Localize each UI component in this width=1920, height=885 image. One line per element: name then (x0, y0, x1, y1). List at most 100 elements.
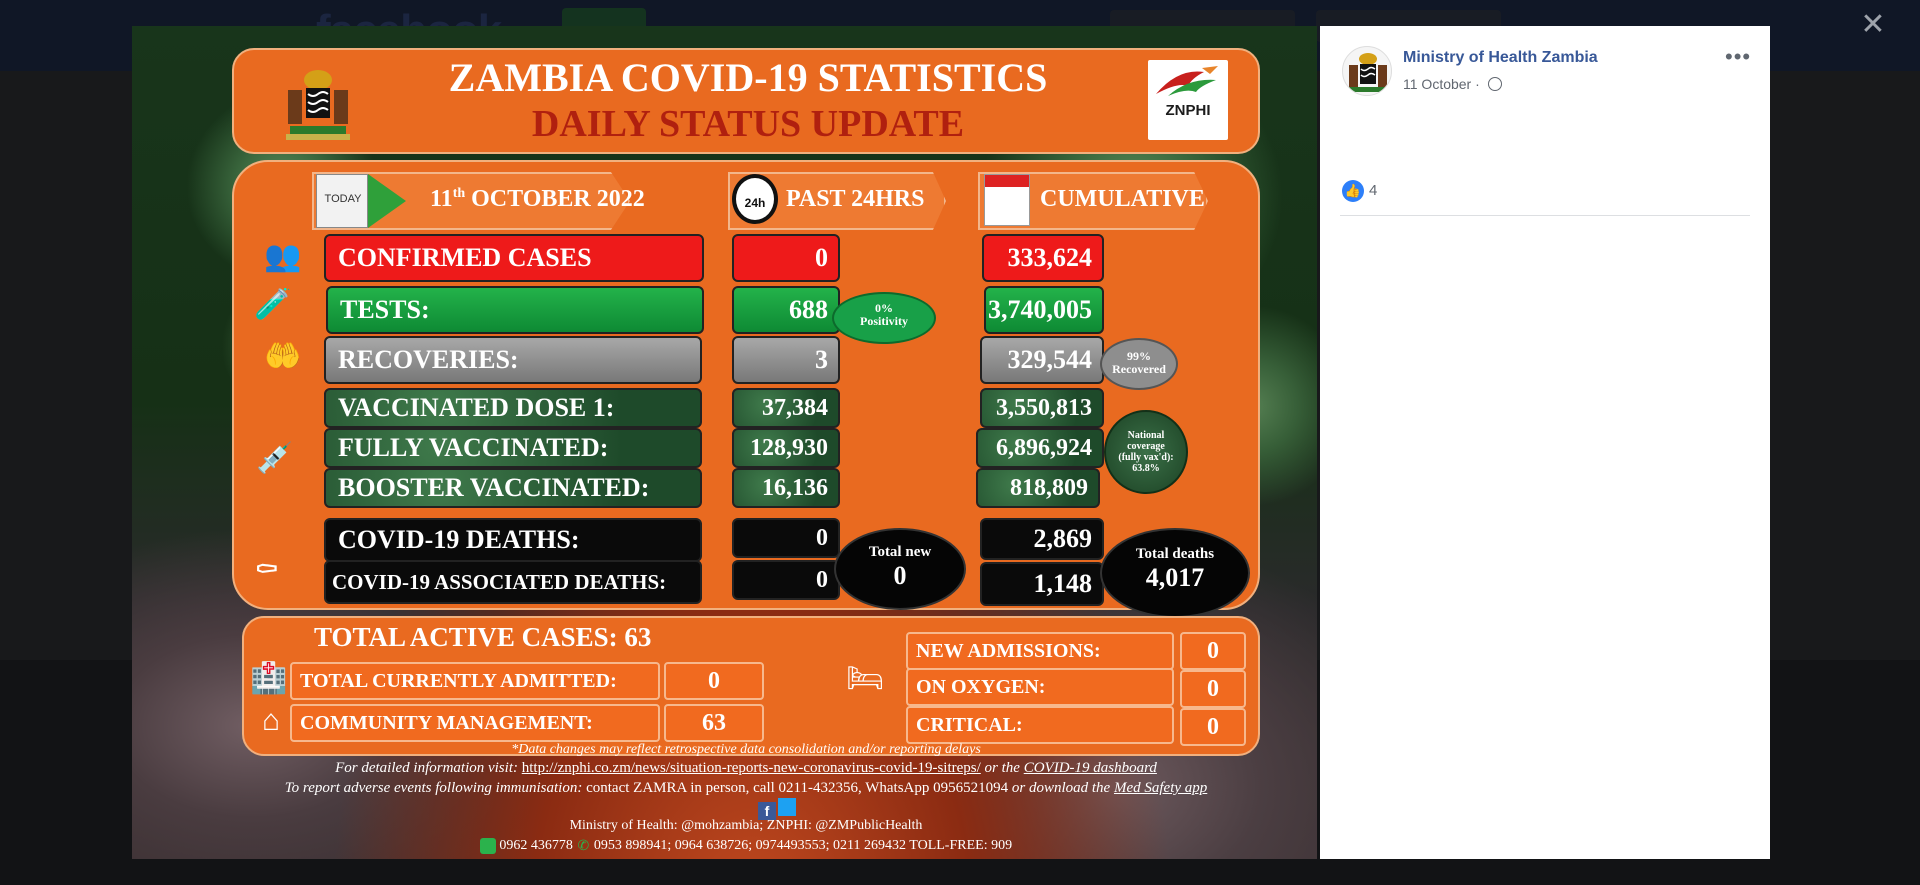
infographic-title: ZAMBIA COVID-19 STATISTICS (448, 55, 1048, 100)
dose1-past: 37,384 (732, 388, 840, 428)
social-handles: Ministry of Health: @mohzambia; ZNPHI: @… (569, 818, 923, 833)
total-new-label: Total new (868, 544, 932, 560)
total-active-cases: TOTAL ACTIVE CASES: 63 (314, 622, 652, 652)
total-new-oval: Total new 0 (834, 528, 966, 610)
booster-cumulative: 818,809 (976, 468, 1100, 508)
tests-cumulative: 3,740,005 (984, 286, 1104, 334)
post-date[interactable]: 11 October · (1403, 76, 1480, 92)
admitted-label: TOTAL CURRENTLY ADMITTED: (290, 662, 660, 700)
deaths-past: 0 (732, 518, 840, 558)
post-date-text[interactable]: 11 October (1403, 76, 1471, 92)
znphi-logo: ZNPHI (1148, 60, 1228, 140)
phone-whatsapp: 0962 436778 (499, 838, 573, 854)
booster-past: 16,136 (732, 468, 840, 508)
people-group-icon: 👥 (264, 240, 302, 273)
dose1-cumulative: 3,550,813 (980, 388, 1104, 428)
twitter-icon (778, 798, 796, 816)
main-stats-panel: TODAY 11th OCTOBER 2022 24h PAST 24HRS C… (232, 160, 1260, 618)
confirmed-cumulative: 333,624 (982, 234, 1104, 282)
community-label: COMMUNITY MANAGEMENT: (290, 704, 660, 742)
tests-past: 688 (732, 286, 840, 334)
recoveries-label: RECOVERIES: (324, 336, 702, 384)
more-options-icon[interactable]: ••• (1725, 44, 1751, 70)
recoveries-past: 3 (732, 336, 840, 384)
fully-vaccinated-cumulative: 6,896,924 (976, 428, 1104, 468)
critical-value: 0 (1180, 708, 1246, 746)
info-prefix: For detailed information visit: (335, 760, 522, 776)
deaths-label: COVID-19 DEATHS: (324, 518, 702, 562)
info-line: For detailed information visit: http://z… (232, 760, 1260, 777)
national-coverage-oval: National coverage (fully vax'd): 63.8% (1104, 410, 1188, 494)
clock-label: 24h (744, 196, 766, 210)
coverage-line1: National (1127, 430, 1165, 441)
report-date-suffix: th (452, 186, 466, 201)
vaccine-icon: 💉 (256, 442, 294, 475)
coverage-line2: coverage (1127, 441, 1165, 452)
admitted-value: 0 (664, 662, 764, 700)
coverage-value: 63.8% (1132, 463, 1160, 474)
phone-lines: 0953 898941; 0964 638726; 0974493553; 02… (593, 838, 1013, 854)
like-icon[interactable]: 👍 (1342, 180, 1364, 202)
cumulative-label: CUMULATIVE (1040, 186, 1205, 212)
clock-icon: 24h (732, 174, 778, 224)
adverse-prefix: To report adverse events following immun… (284, 780, 587, 796)
phone-icon: ✆ (577, 839, 590, 854)
calendar-top (985, 175, 1029, 187)
page-name-link[interactable]: Ministry of Health Zambia (1403, 49, 1598, 67)
info-mid: or the (980, 760, 1024, 776)
new-admissions-label: NEW ADMISSIONS: (906, 632, 1174, 670)
critical-label: CRITICAL: (906, 706, 1174, 744)
recoveries-cumulative: 329,544 (980, 336, 1104, 384)
total-new-value: 0 (893, 561, 907, 590)
hospital-bed-icon: 🛏 (846, 662, 885, 695)
dose1-label: VACCINATED DOSE 1: (324, 388, 702, 428)
data-disclaimer: *Data changes may reflect retrospective … (511, 742, 981, 757)
test-tubes-icon: 🧪 (254, 288, 292, 321)
close-icon[interactable]: ✕ (1860, 8, 1885, 41)
past-24hrs-label: PAST 24HRS (786, 186, 925, 212)
hospital-icon: 🏥 (250, 662, 288, 695)
positivity-label: Positivity (860, 314, 908, 328)
whatsapp-icon (479, 838, 496, 854)
booster-label: BOOSTER VACCINATED: (324, 468, 702, 508)
close-viewer-button[interactable]: ✕ (1858, 8, 1888, 42)
adverse-events-line: To report adverse events following immun… (232, 780, 1260, 797)
fully-vaccinated-label: FULLY VACCINATED: (324, 428, 702, 468)
med-safety-app-link: Med Safety app (1113, 780, 1208, 796)
active-cases-panel: TOTAL ACTIVE CASES: 63 🏥 TOTAL CURRENTLY… (242, 616, 1260, 756)
on-oxygen-label: ON OXYGEN: (906, 668, 1174, 706)
photo-viewer[interactable]: ZAMBIA COVID-19 STATISTICS DAILY STATUS … (132, 26, 1317, 859)
covid-dashboard-link: COVID-19 dashboard (1023, 760, 1157, 776)
fully-vaccinated-past: 128,930 (732, 428, 840, 468)
social-icons: f (758, 798, 798, 820)
post-side-pane: Ministry of Health Zambia 11 October · •… (1320, 26, 1770, 859)
globe-icon (1488, 77, 1502, 91)
coffin-icon: ⚰ (254, 554, 280, 587)
divider (1340, 215, 1750, 216)
associated-deaths-label: COVID-19 ASSOCIATED DEATHS: (324, 560, 702, 604)
home-icon: ⌂ (262, 704, 281, 737)
total-deaths-oval: Total deaths 4,017 (1100, 528, 1250, 618)
coverage-line3: (fully vax'd): (1118, 452, 1174, 463)
on-oxygen-value: 0 (1180, 670, 1246, 708)
associated-deaths-cumulative: 1,148 (980, 562, 1104, 606)
report-date: 11th OCTOBER 2022 (430, 186, 645, 213)
phone-numbers: 0962 436778 ✆ 0953 898941; 0964 638726; … (232, 838, 1260, 854)
today-label: TODAY (324, 193, 362, 205)
page-avatar[interactable] (1342, 46, 1392, 96)
report-date-rest: OCTOBER 2022 (465, 186, 645, 212)
associated-deaths-past: 0 (732, 560, 840, 600)
total-deaths-value: 4,017 (1145, 563, 1205, 592)
today-calendar-icon: TODAY (316, 174, 368, 228)
like-count[interactable]: 4 (1369, 182, 1377, 199)
confirmed-past: 0 (732, 234, 840, 282)
post-date-separator: · (1475, 76, 1480, 92)
total-deaths-label: Total deaths (1135, 546, 1215, 562)
report-date-day: 11 (430, 186, 453, 212)
new-admissions-value: 0 (1180, 632, 1246, 670)
recovery-icon: 🤲 (264, 340, 302, 373)
recovered-label: Recovered (1112, 362, 1166, 376)
znphi-logo-text: ZNPHI (1165, 102, 1211, 119)
znphi-sitrep-link: http://znphi.co.zm/news/situation-report… (521, 760, 981, 776)
deaths-cumulative: 2,869 (980, 518, 1104, 560)
